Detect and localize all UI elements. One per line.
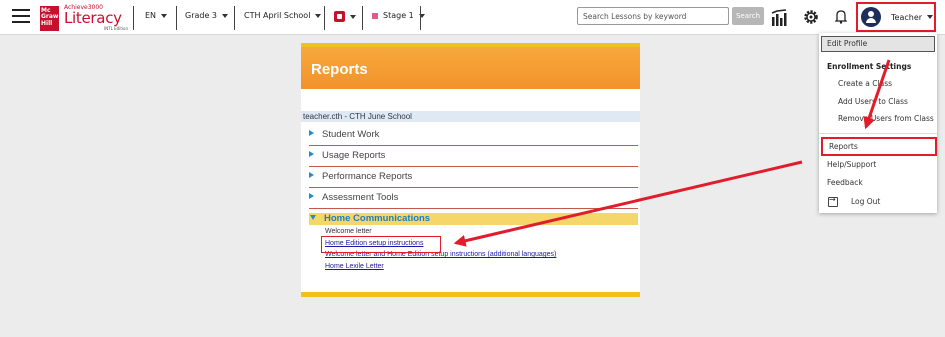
home-communications-title: Home Communications (324, 213, 431, 224)
expand-arrow-icon (309, 193, 314, 199)
menu-item-remove-users[interactable]: Remove Users from Class (838, 114, 934, 123)
menu-item-create-class[interactable]: Create a Class (838, 79, 892, 88)
user-menu-button[interactable]: Teacher (856, 2, 936, 32)
app-screen: Mc Graw Hill Achieve3000 Literacy INTL E… (0, 0, 945, 337)
notification-bell-icon[interactable] (835, 9, 847, 24)
chevron-down-icon (161, 13, 168, 18)
settings-gear-icon[interactable] (802, 8, 820, 26)
divider (234, 6, 235, 30)
menu-item-log-out[interactable]: Log Out (851, 197, 880, 206)
chevron-down-icon (350, 14, 356, 19)
menu-divider (819, 133, 937, 134)
chevron-down-icon (315, 13, 322, 18)
home-lexile-letter-link[interactable]: Home Lexile Letter (325, 263, 384, 270)
menu-item-feedback[interactable]: Feedback (827, 178, 863, 187)
search-input[interactable] (577, 7, 729, 25)
report-item-performance[interactable]: Performance Reports (309, 169, 638, 188)
menu-item-help-support[interactable]: Help/Support (827, 160, 876, 169)
menu-section-enrollment: Enrollment Settings (827, 62, 912, 71)
avatar (861, 7, 881, 27)
menu-item-add-users[interactable]: Add Users to Class (838, 97, 908, 106)
top-navigation-bar: Mc Graw Hill Achieve3000 Literacy INTL E… (0, 0, 945, 35)
language-dropdown[interactable]: EN (145, 11, 168, 20)
collapse-arrow-icon (310, 215, 316, 220)
report-item-label: Usage Reports (322, 150, 386, 161)
expand-arrow-icon (309, 172, 314, 178)
divider (176, 6, 177, 30)
grade-value: Grade 3 (185, 11, 218, 20)
panel-bottom-border (301, 292, 640, 297)
expand-arrow-icon (309, 130, 314, 136)
brand-logo[interactable]: Mc Graw Hill Achieve3000 Literacy INTL E… (40, 4, 132, 32)
stage-color-icon (372, 12, 378, 19)
user-dropdown-menu: Edit Profile Enrollment Settings Create … (819, 33, 937, 213)
language-value: EN (145, 11, 157, 20)
grade-dropdown[interactable]: Grade 3 (185, 11, 229, 20)
divider (133, 6, 134, 30)
school-value: CTH April School (244, 11, 311, 20)
bookmark-icon (334, 11, 345, 22)
logout-icon (828, 195, 838, 207)
highlight-box (321, 236, 441, 253)
school-dropdown[interactable]: CTH April School (244, 11, 322, 20)
logo-product-name: Literacy (64, 9, 122, 27)
report-item-label: Assessment Tools (322, 192, 399, 203)
expand-arrow-icon (309, 151, 314, 157)
pin-dropdown[interactable] (334, 11, 356, 22)
report-item-label: Performance Reports (322, 171, 413, 182)
divider (420, 6, 421, 30)
stage-value: Stage 1 (383, 11, 414, 20)
report-item-label: Student Work (322, 129, 380, 140)
chevron-down-icon (927, 15, 934, 19)
report-item-student-work[interactable]: Student Work (309, 127, 638, 146)
logo-edition: INTL Edition (104, 26, 128, 31)
chevron-down-icon (222, 13, 229, 18)
hamburger-menu-icon[interactable] (12, 9, 30, 23)
logo-text: Achieve3000 Literacy INTL Edition (64, 4, 132, 32)
reports-header: Reports (301, 47, 640, 89)
mcgraw-hill-logo: Mc Graw Hill (40, 5, 59, 31)
bar-chart-icon[interactable] (771, 9, 787, 26)
school-line: teacher.cth - CTH June School (301, 111, 640, 122)
home-communications-header[interactable]: Home Communications (309, 213, 638, 225)
menu-item-reports[interactable]: Reports (821, 137, 937, 156)
menu-item-edit-profile[interactable]: Edit Profile (821, 36, 935, 52)
welcome-letter-link[interactable]: Welcome letter (325, 228, 372, 235)
divider (362, 6, 363, 30)
report-item-assessment[interactable]: Assessment Tools (309, 190, 638, 209)
search-button[interactable]: Search (732, 7, 764, 25)
page-title: Reports (311, 61, 368, 78)
report-item-usage[interactable]: Usage Reports (309, 148, 638, 167)
user-name: Teacher (891, 12, 923, 22)
reports-panel: Reports teacher.cth - CTH June School St… (301, 43, 640, 297)
divider (324, 6, 325, 30)
stage-dropdown[interactable]: Stage 1 (372, 11, 425, 20)
